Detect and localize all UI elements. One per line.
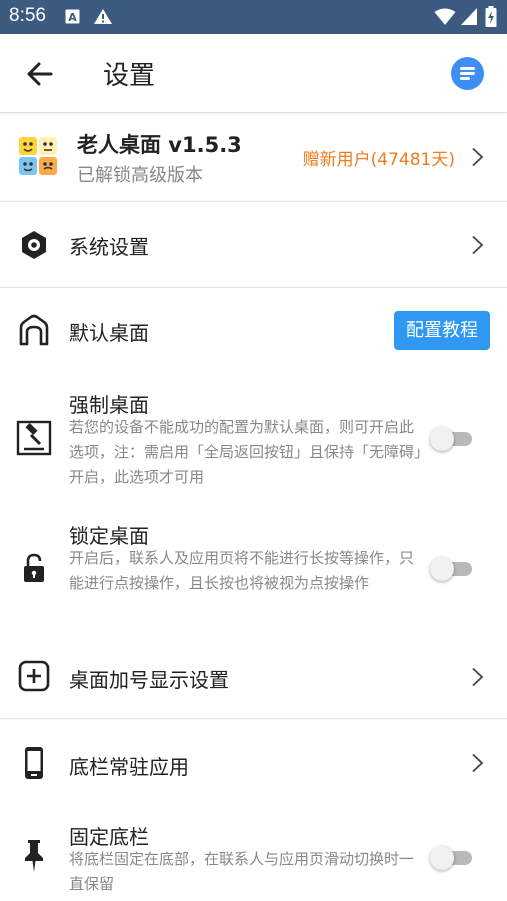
fixed-dock-row[interactable]: 固定底栏 将底栏固定在底部，在联系人与应用页滑动切换时一直保留 <box>0 808 507 901</box>
app-name: 老人桌面 v1.5.3 <box>77 133 242 157</box>
battery-charging-icon <box>485 6 497 27</box>
fixed-dock-desc: 将底栏固定在底部，在联系人与应用页滑动切换时一直保留 <box>69 850 415 893</box>
app-logo-icon <box>19 137 57 175</box>
home-icon <box>19 314 49 346</box>
chevron-right-icon <box>472 235 484 255</box>
chevron-right-icon <box>472 753 484 773</box>
default-launcher-label: 默认桌面 <box>69 321 149 345</box>
plus-display-row[interactable]: 桌面加号显示设置 <box>0 634 507 718</box>
fixed-dock-toggle[interactable] <box>430 846 474 870</box>
pin-icon <box>25 840 43 872</box>
dock-apps-row[interactable]: 底栏常驻应用 <box>0 719 507 807</box>
config-tutorial-button[interactable]: 配置教程 <box>394 311 490 350</box>
dock-apps-label: 底栏常驻应用 <box>69 755 189 779</box>
chevron-right-icon <box>472 667 484 687</box>
app-bar: 设置 <box>0 34 507 113</box>
app-license-status: 已解锁高级版本 <box>77 165 203 186</box>
warning-icon <box>94 9 112 24</box>
status-time: 8:56 <box>9 5 46 26</box>
lock-launcher-toggle[interactable] <box>430 557 474 581</box>
lock-launcher-row[interactable]: 锁定桌面 开启后，联系人及应用页将不能进行长按等操作，只能进行点按操作，且长按也… <box>0 508 507 626</box>
gear-icon <box>22 231 46 259</box>
system-settings-row[interactable]: 系统设置 <box>0 202 507 287</box>
force-launcher-row[interactable]: 强制桌面 若您的设备不能成功的配置为默认桌面，则可开启此选项，注：需启用「全局返… <box>0 376 507 494</box>
force-launcher-toggle[interactable] <box>430 427 474 451</box>
svg-text:A: A <box>68 11 77 24</box>
signal-icon <box>461 8 477 25</box>
keyboard-notification-icon: A <box>65 9 80 24</box>
force-launcher-label: 强制桌面 <box>69 393 149 417</box>
vip-days-badge: 赠新用户(47481天) <box>302 150 455 170</box>
menu-button[interactable] <box>451 57 484 90</box>
back-arrow-icon[interactable] <box>24 58 56 90</box>
force-launcher-desc: 若您的设备不能成功的配置为默认桌面，则可开启此选项，注：需启用「全局返回按钮」且… <box>69 418 422 486</box>
lock-launcher-desc: 开启后，联系人及应用页将不能进行长按等操作，只能进行点按操作，且长按也将被视为点… <box>69 549 415 592</box>
system-settings-label: 系统设置 <box>69 235 149 259</box>
app-info-row[interactable]: 老人桌面 v1.5.3 已解锁高级版本 赠新用户(47481天) <box>0 113 507 202</box>
wifi-icon <box>434 8 456 25</box>
fixed-dock-label: 固定底栏 <box>69 825 149 849</box>
smartphone-icon <box>25 747 43 779</box>
chevron-right-icon <box>472 147 484 167</box>
gavel-icon <box>16 420 52 456</box>
add-box-icon <box>18 660 50 692</box>
status-bar: 8:56 A <box>0 0 507 34</box>
lock-icon <box>24 553 44 582</box>
plus-display-label: 桌面加号显示设置 <box>69 668 229 692</box>
page-title: 设置 <box>103 61 156 91</box>
lock-launcher-label: 锁定桌面 <box>69 524 149 548</box>
